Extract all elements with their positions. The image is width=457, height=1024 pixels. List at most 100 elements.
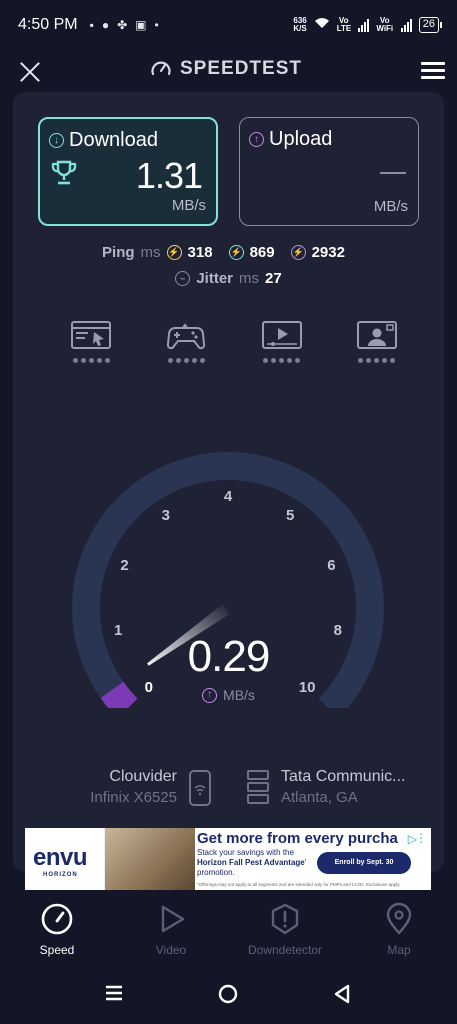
ad-body: Stack your savings with the Horizon Fall… [197,848,317,878]
results-panel: ↓ Download 1.31 MB/s ↑ Upload MB/s Ping … [13,92,444,872]
gaming-icon [167,323,206,350]
ping-label: Ping [102,244,135,261]
download-unit: MB/s [171,197,206,214]
bottom-nav: Speed Video Downdetector Map [0,894,457,964]
gauge-tick-label: 3 [162,507,170,524]
jitter-label: Jitter [196,270,233,287]
isp-location: Atlanta, GA [281,789,358,806]
app-test-streaming[interactable] [260,320,304,363]
server-rack-icon [247,770,269,806]
ad-headline: Get more from every purcha [197,830,398,847]
ping-idle-value: 318 [187,244,213,261]
isp-name: Tata Communic... [281,768,406,785]
upload-placeholder-dash [380,172,406,174]
nav-item-map[interactable]: Map [349,902,449,957]
notification-icons: ▪ ● ✤ ▣ • [90,18,159,32]
messenger-icon: ● [101,18,110,32]
wifi-icon [314,16,330,34]
app-icon: ▣ [135,18,147,32]
alert-icon [271,903,299,935]
close-icon[interactable] [18,60,42,84]
nav-item-downdetector[interactable]: Downdetector [235,902,335,957]
trophy-icon [51,160,77,185]
app-brand: SPEEDTEST [150,58,302,80]
isp-info[interactable]: Tata Communic... Atlanta, GA [281,768,421,806]
nav-label-downdetector: Downdetector [247,943,323,957]
gauge-tick-label: 6 [327,557,335,574]
download-value: 1.31 [135,155,203,196]
vo-wifi-label: Vo WiFi [376,16,394,33]
gauge-unit: MB/s [223,687,255,703]
speedometer-logo-icon [151,61,171,76]
ad-photo [105,828,195,890]
play-icon [161,905,185,933]
ad-fineprint: *Offerings may not apply to all segments… [197,882,401,887]
ping-row: Ping ms ⚡ 318 ⚡ 869 ⚡ 2932 [13,244,444,261]
top-bar: SPEEDTEST [0,52,457,92]
upload-arrow-icon: ↑ [249,132,264,147]
app-test-browsing[interactable] [69,320,113,363]
ad-more-icon[interactable]: ⋮ [415,831,427,845]
app-test-gaming[interactable] [164,320,208,363]
signal-strength-2-icon [400,18,412,32]
nav-label-speed: Speed [39,943,75,957]
upload-ping-icon: ⚡ [290,245,306,260]
download-ping-icon: ⚡ [228,245,244,260]
upload-unit: MB/s [373,198,408,215]
video-call-rating [358,358,396,363]
net-speed: 636 K/S [293,16,307,33]
download-card[interactable]: ↓ Download 1.31 MB/s [38,117,218,226]
battery-icon: 26 [418,17,443,33]
upload-label: Upload [269,128,333,150]
back-icon[interactable] [333,984,351,1009]
gauge-unit-row: ↑ MB/s [13,687,444,703]
ad-body-bold: Horizon Fall Pest Advantage [197,858,305,867]
gaming-rating [167,358,205,363]
video-call-icon [356,321,397,349]
ad-body-prefix: Stack your savings with the [197,848,294,857]
battery-level: 26 [422,18,435,30]
nav-item-video[interactable]: Video [121,902,221,957]
download-arrow-icon: ↓ [49,133,64,148]
download-label: Download [69,129,158,151]
more-dot-icon: • [154,18,159,32]
server-info: Clouvider Infinix X6525 Tata Communic...… [13,768,444,808]
gauge-tick-label: 5 [286,507,294,524]
phone-wifi-icon [189,770,211,806]
gauge-tick-label: 2 [120,557,128,574]
nav-item-speed[interactable]: Speed [7,902,107,957]
pinwheel-icon: ✤ [117,18,128,32]
message-icon: ▪ [89,18,94,32]
ping-download-value: 869 [249,244,275,261]
home-icon[interactable] [218,984,238,1009]
jitter-icon: ~ [175,271,191,286]
jitter-value: 27 [265,270,282,287]
signal-strength-icon [357,18,369,32]
vo-lte-label: Vo LTE [336,16,352,33]
ad-cta-button[interactable]: Enroll by Sept. 30 [317,852,411,874]
browsing-icon [71,321,111,349]
gauge-value: 0.29 [187,632,271,681]
map-pin-icon [386,902,412,935]
streaming-rating [263,358,301,363]
jitter-unit: ms [239,270,259,287]
browsing-rating [72,358,110,363]
status-right: 636 K/S Vo LTE Vo WiFi 26 [293,16,443,34]
recent-apps-icon[interactable] [104,984,124,1007]
ad-brand: envu [33,844,88,871]
provider-info[interactable]: Clouvider Infinix X6525 [81,768,177,806]
status-time: 4:50 PM [18,16,78,33]
jitter-row: ~ Jitter ms 27 [13,270,444,287]
app-test-video-call[interactable] [355,320,399,363]
hamburger-menu-icon[interactable] [421,62,445,82]
upload-arrow-small-icon: ↑ [202,687,218,703]
ad-banner[interactable]: envu HORIZON Get more from every purcha … [25,828,431,890]
app-experience-row [69,320,399,363]
device-name: Infinix X6525 [90,789,177,806]
speedometer-icon [41,903,73,935]
system-nav-bar [0,964,457,1024]
provider-name: Clouvider [109,768,177,785]
video-streaming-icon [261,321,302,349]
upload-card[interactable]: ↑ Upload MB/s [239,117,419,226]
nav-label-map: Map [387,943,411,957]
